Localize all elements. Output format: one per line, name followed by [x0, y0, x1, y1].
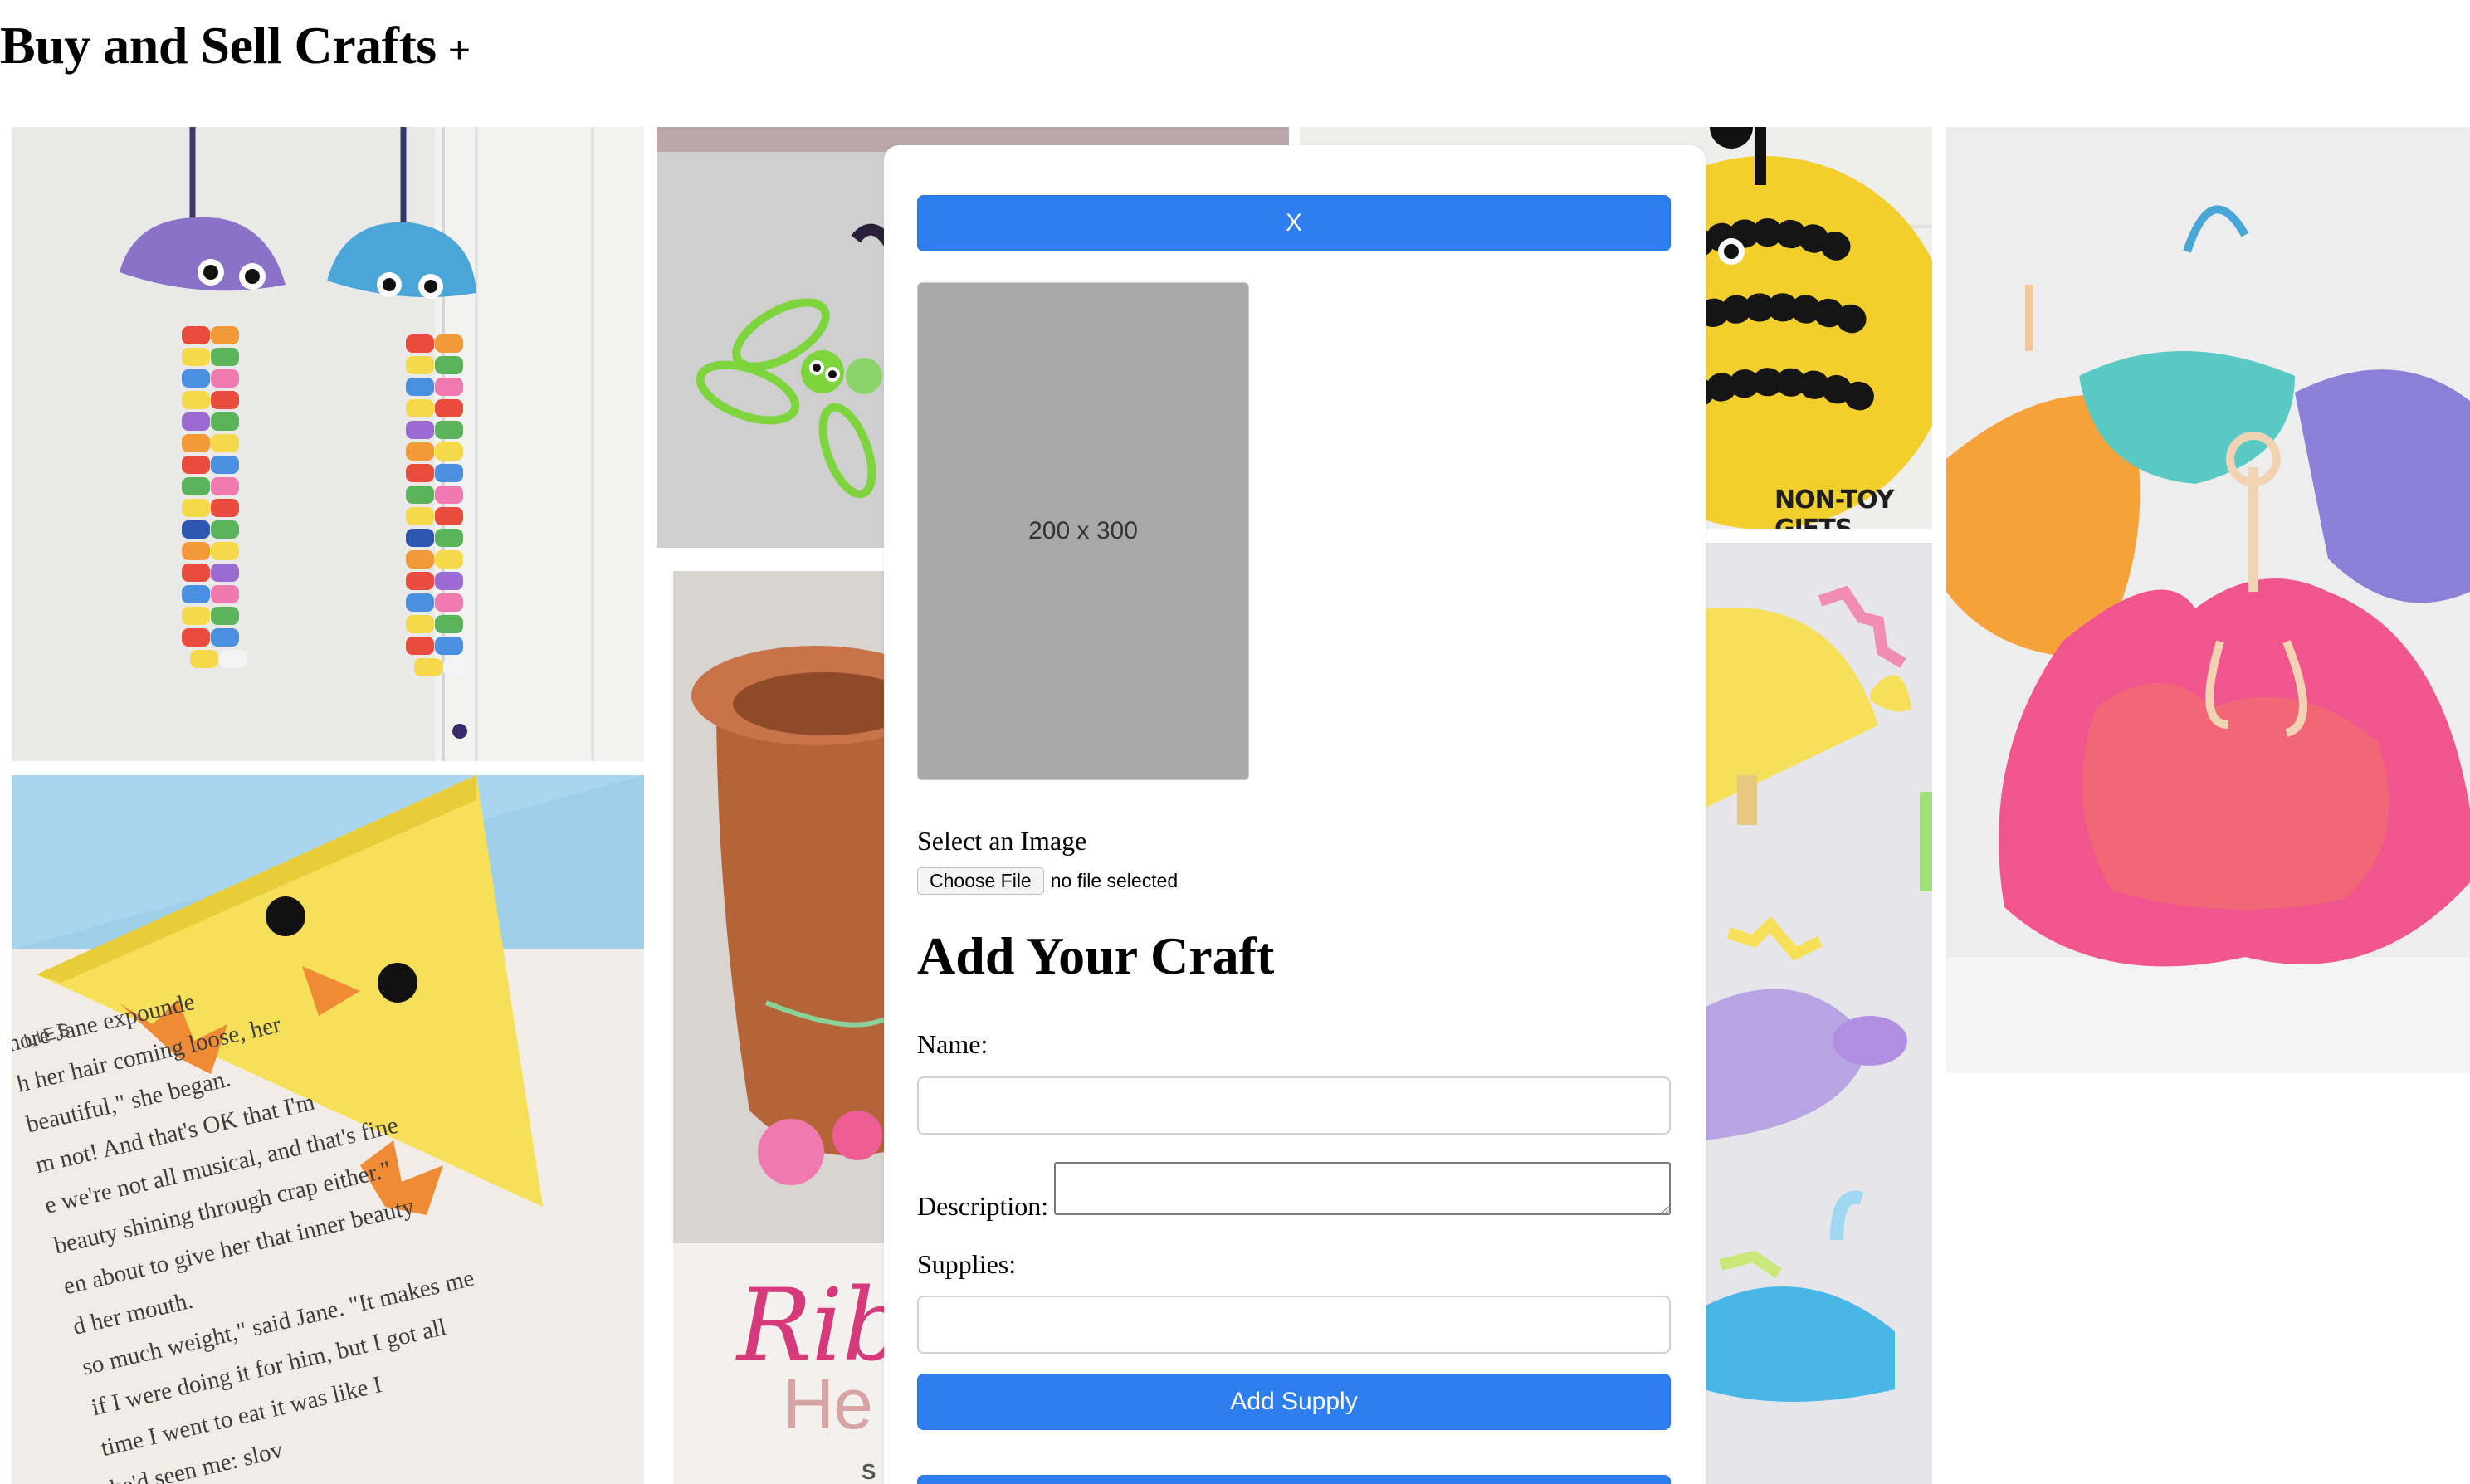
add-craft-modal: X 200 x 300 Select an Image Choose File …	[884, 145, 1706, 1484]
image-placeholder: 200 x 300	[917, 282, 1249, 780]
description-textarea[interactable]	[1054, 1162, 1671, 1215]
craft-tile-flower-pot[interactable]: Ribb He S	[666, 571, 884, 1484]
choose-file-button[interactable]: Choose File	[917, 867, 1044, 895]
supplies-label: Supplies:	[917, 1249, 1017, 1279]
flower-pot-caption-3: S	[862, 1459, 876, 1484]
paper-plate-dinosaur-image	[1704, 543, 1932, 1484]
supplies-input[interactable]	[917, 1296, 1671, 1354]
select-image-label: Select an Image	[917, 826, 1087, 856]
flower-pot-caption-2: He	[783, 1364, 873, 1444]
site-title: Buy and Sell Crafts	[0, 16, 437, 75]
page: Buy and Sell Crafts + NON-TOY nore Jane …	[0, 0, 2470, 1484]
name-label: Name:	[917, 1029, 988, 1059]
craft-tile-chick-bookmark[interactable]: nore Jane expounde h her hair coming loo…	[12, 775, 644, 1484]
jellyfish-bead-image	[12, 127, 644, 761]
bee-caption: NON-TOY GIFTS	[1774, 486, 1894, 529]
craft-tile-jellyfish[interactable]	[12, 127, 644, 761]
close-modal-button[interactable]: X	[917, 195, 1671, 251]
name-input[interactable]	[917, 1076, 1671, 1135]
file-picker: Choose File no file selected	[917, 867, 1178, 895]
image-placeholder-label: 200 x 300	[1028, 517, 1138, 544]
form-title: Add Your Craft	[917, 926, 1275, 985]
submit-button[interactable]	[917, 1475, 1671, 1484]
description-label: Description:	[917, 1191, 1049, 1221]
craft-tile-dancer[interactable]	[1946, 127, 2470, 1073]
craft-tile-dinosaurs[interactable]	[1704, 543, 1932, 1484]
add-supply-button[interactable]: Add Supply	[917, 1374, 1671, 1430]
site-header: Buy and Sell Crafts +	[0, 15, 471, 76]
file-status-text: no file selected	[1050, 870, 1179, 891]
coffee-filter-dancer-image	[1946, 127, 2470, 1073]
add-craft-button[interactable]: +	[448, 31, 471, 71]
